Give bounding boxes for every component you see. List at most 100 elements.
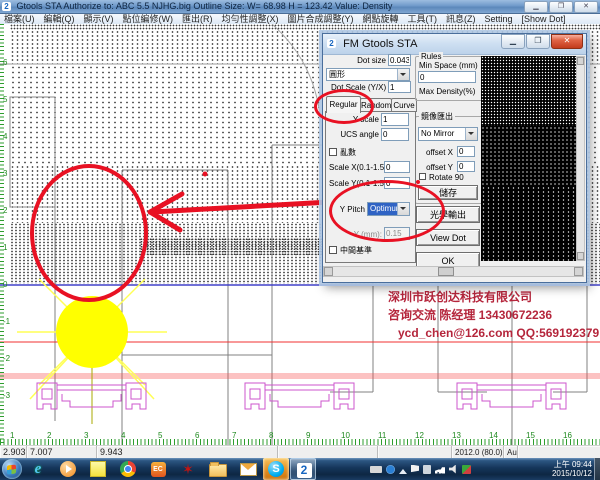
dialog-titlebar[interactable]: 2 FM Gtools STA ▁ ❐ ✕	[323, 34, 586, 55]
menu-item-export[interactable]: 匯出(R)	[182, 14, 213, 24]
envelope-icon	[240, 463, 257, 476]
y-pitch-value: Optimum	[368, 203, 397, 215]
dialog-close-button[interactable]: ✕	[551, 34, 583, 49]
random-checkbox-label: 亂數	[340, 148, 370, 157]
show-desktop-button[interactable]	[594, 458, 600, 480]
mirror-select[interactable]: No Mirror	[418, 127, 478, 141]
scroll-up-icon[interactable]	[577, 57, 584, 65]
menu-item-info[interactable]: 訊息(Z)	[446, 14, 476, 24]
taskbar-item-ie[interactable]: e	[26, 460, 50, 478]
action-center-flag-icon[interactable]	[411, 465, 419, 474]
v-ruler-label: -3	[3, 392, 10, 400]
menu-item-file[interactable]: 檔案(U)	[4, 14, 35, 24]
taskbar-item-gtools-active[interactable]: 2	[290, 458, 316, 480]
chevron-down-icon[interactable]	[397, 203, 409, 215]
chevron-down-icon[interactable]	[465, 128, 477, 140]
random-checkbox[interactable]	[329, 148, 337, 156]
taskbar-item-media-player[interactable]	[56, 460, 80, 478]
menu-item-dot-rotate[interactable]: 網點旋轉	[363, 14, 399, 24]
yellow-circle-marker	[56, 296, 128, 368]
h-ruler-label: 1	[10, 432, 14, 440]
menu-item-edit[interactable]: 編輯(Q)	[44, 14, 75, 24]
help-icon[interactable]	[386, 465, 395, 474]
tab-random[interactable]: Random	[360, 98, 392, 112]
menu-item-setting[interactable]: Setting	[485, 14, 513, 24]
menu-item-show-dot[interactable]: [Show Dot]	[522, 14, 566, 24]
taskbar-item-sticky-notes[interactable]	[86, 460, 110, 478]
dot-scale-input[interactable]	[388, 81, 411, 93]
menu-item-uniformity[interactable]: 均勻性調整(X)	[222, 14, 279, 24]
h-ruler-label: 10	[341, 432, 350, 440]
volume-icon[interactable]	[449, 465, 458, 474]
taskbar-item-outlook[interactable]	[236, 460, 260, 478]
taskbar-item-capture[interactable]: EC	[146, 460, 170, 478]
restore-button[interactable]: ❐	[549, 1, 573, 13]
y-mm-input	[384, 227, 410, 240]
v-ruler-label: 3	[3, 170, 7, 178]
ime-language-icon[interactable]	[462, 465, 471, 474]
dot-size-input[interactable]	[388, 54, 411, 66]
dialog-minimize-button[interactable]: ▁	[501, 34, 525, 49]
windows-flag-icon	[7, 465, 16, 475]
preview-vertical-scrollbar[interactable]	[576, 56, 585, 261]
taskbar-item-chrome[interactable]	[116, 460, 140, 478]
dot-scale-label: Dot Scale (Y/X)	[331, 83, 386, 92]
main-titlebar: 2 Gtools STA Authorize to: ABC 5.5 NJHG.…	[0, 0, 600, 14]
skype-icon: S	[268, 461, 284, 477]
y-pitch-select[interactable]: Optimum	[367, 202, 410, 216]
rotate-90-checkbox[interactable]	[419, 173, 426, 180]
dot-preview-pane	[481, 56, 576, 261]
view-dot-button[interactable]: View Dot	[416, 229, 480, 246]
v-ruler-label: 1	[3, 244, 7, 252]
h-ruler-label: 4	[121, 432, 125, 440]
start-button[interactable]	[2, 459, 22, 479]
tray-clock[interactable]: 上午 09:44 2015/10/12	[552, 460, 592, 478]
network-icon[interactable]	[435, 465, 445, 474]
menu-item-dot-edit[interactable]: 點位編修(W)	[123, 14, 174, 24]
scale-y-input[interactable]	[384, 177, 410, 189]
scroll-down-icon[interactable]	[577, 252, 584, 260]
dialog-title: FM Gtools STA	[343, 38, 417, 50]
folder-icon	[209, 464, 227, 477]
scroll-right-icon[interactable]	[574, 267, 583, 276]
h-ruler-label: 11	[378, 432, 386, 440]
alert-badge	[417, 471, 422, 476]
company-email-qq: ycd_chen@126.com QQ:569192379	[388, 324, 599, 342]
usb-icon[interactable]	[423, 465, 431, 474]
offset-y-label: offset Y	[425, 163, 453, 172]
dot-shape-select[interactable]: 圓形	[326, 68, 410, 81]
taskbar-item-skype[interactable]: S	[263, 458, 289, 480]
chevron-down-icon[interactable]	[397, 69, 409, 80]
hidden-icons-arrow[interactable]	[399, 465, 407, 474]
ucs-angle-input[interactable]	[381, 128, 409, 141]
dialog-horizontal-scrollbar[interactable]	[323, 266, 584, 277]
save-button[interactable]: 儲存	[418, 185, 478, 200]
v-ruler-label: -2	[3, 355, 10, 363]
scroll-left-icon[interactable]	[324, 267, 333, 276]
keyboard-icon[interactable]	[370, 466, 382, 473]
tab-curve[interactable]: Curve	[391, 98, 417, 112]
h-ruler-label: 14	[489, 432, 498, 440]
center-reference-checkbox[interactable]	[329, 246, 337, 254]
menu-item-view[interactable]: 顯示(V)	[84, 14, 114, 24]
scrollbar-thumb[interactable]	[438, 267, 454, 276]
taskbar-item-dragon-app[interactable]: ✶	[176, 460, 200, 478]
h-ruler-label: 9	[306, 432, 310, 440]
menu-item-image-adjust[interactable]: 圖片合成調整(Y)	[288, 14, 354, 24]
offset-x-input[interactable]	[457, 146, 475, 157]
system-tray	[370, 458, 471, 480]
menu-item-tools[interactable]: 工具(T)	[408, 14, 438, 24]
h-ruler-label: 8	[269, 432, 273, 440]
dialog-maximize-button[interactable]: ❐	[526, 34, 550, 49]
scale-x-input[interactable]	[384, 161, 410, 173]
y-scale-input[interactable]	[381, 113, 409, 126]
optical-output-button[interactable]: 光學輸出	[416, 206, 480, 223]
preview-band	[481, 56, 576, 126]
close-button[interactable]: ✕	[574, 1, 598, 13]
min-space-label: Min Space (mm)	[419, 61, 479, 70]
tab-regular[interactable]: Regular	[326, 96, 361, 113]
offset-y-input[interactable]	[457, 161, 475, 172]
taskbar-item-explorer[interactable]	[206, 460, 230, 478]
min-space-input[interactable]	[418, 71, 476, 83]
minimize-button[interactable]: ▁	[524, 1, 548, 13]
